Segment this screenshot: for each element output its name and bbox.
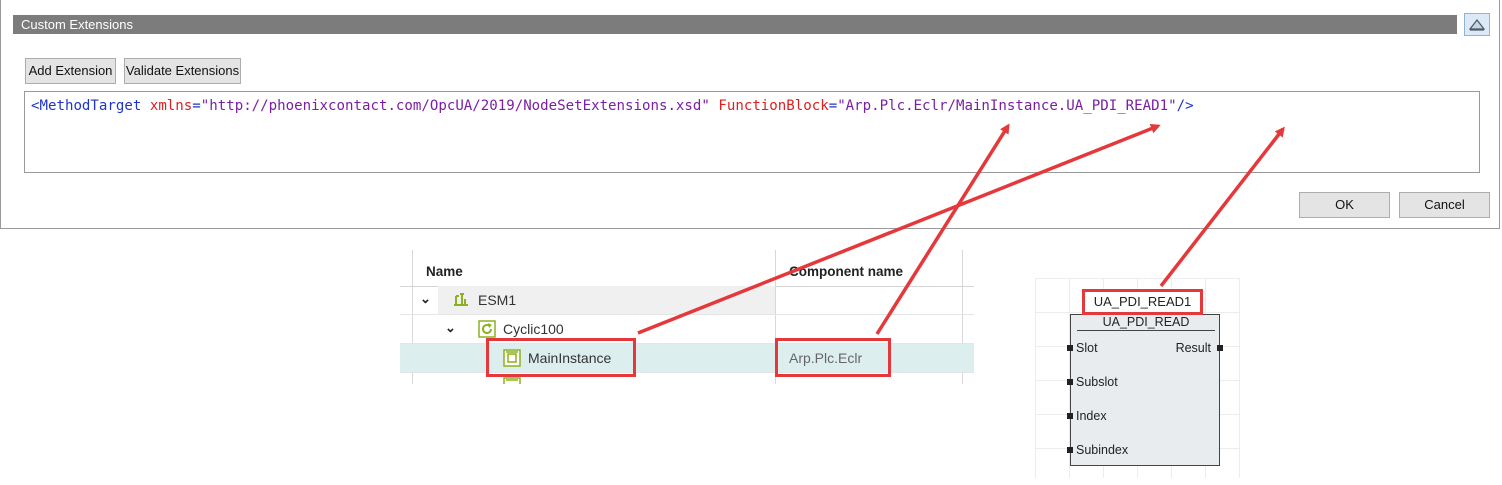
xml-extension-editor[interactable]: <MethodTarget xmlns="http://phoenixconta…	[24, 91, 1480, 173]
xml-equals: =	[828, 98, 838, 114]
port-subslot: Subslot	[1076, 375, 1118, 389]
dialog-title: Custom Extensions	[13, 15, 1457, 34]
highlight-component-name	[775, 338, 891, 377]
fb-instance-name[interactable]: UA_PDI_READ1	[1082, 289, 1203, 315]
cyclic-task-icon	[478, 320, 496, 338]
xml-attr-xmlns: xmlns	[149, 98, 193, 114]
tree-header: Name Component name	[400, 250, 974, 287]
input-pin-subslot[interactable]	[1067, 379, 1073, 385]
tree-row-label: ESM1	[478, 292, 517, 308]
xml-open-bracket: <	[31, 98, 40, 114]
project-tree-table: Name Component name ⌄ ESM1 ⌄ Cyclic100 M…	[400, 250, 974, 384]
ok-button[interactable]: OK	[1299, 192, 1390, 218]
xml-self-close: />	[1176, 98, 1194, 114]
fb-type-name: UA_PDI_READ	[1102, 315, 1190, 329]
input-pin-subindex[interactable]	[1067, 447, 1073, 453]
add-extension-button[interactable]: Add Extension	[25, 58, 116, 84]
input-pin-index[interactable]	[1067, 413, 1073, 419]
tree-row-esm1[interactable]: ⌄ ESM1	[400, 286, 974, 315]
xml-tag-name: MethodTarget	[39, 98, 142, 114]
xml-value-xmlns: "http://phoenixcontact.com/OpcUA/2019/No…	[200, 98, 710, 114]
input-pin-slot[interactable]	[1067, 345, 1073, 351]
program-instance-icon	[503, 377, 521, 384]
highlight-maininstance	[486, 338, 636, 377]
port-result: Result	[1175, 341, 1211, 355]
output-pin-result[interactable]	[1217, 345, 1223, 351]
chevron-down-icon[interactable]: ⌄	[420, 291, 431, 307]
port-index: Index	[1076, 409, 1107, 423]
function-block-ua-pdi-read[interactable]: UA_PDI_READ Slot Subslot Index Subindex …	[1067, 314, 1223, 466]
fb-header-divider	[1077, 330, 1215, 331]
column-header-component[interactable]: Component name	[789, 264, 903, 279]
xml-value-functionblock: "Arp.Plc.Eclr/MainInstance.UA_PDI_READ1"	[837, 98, 1177, 114]
cancel-button[interactable]: Cancel	[1399, 192, 1490, 218]
port-subindex: Subindex	[1076, 443, 1129, 457]
xml-attr-functionblock: FunctionBlock	[718, 98, 829, 114]
column-header-name[interactable]: Name	[426, 264, 463, 279]
port-slot: Slot	[1076, 341, 1098, 355]
collapse-button[interactable]	[1464, 13, 1490, 36]
xml-equals: =	[192, 98, 201, 114]
validate-extensions-button[interactable]: Validate Extensions	[124, 58, 241, 84]
esm-icon	[454, 293, 468, 306]
collapse-up-icon	[1469, 18, 1485, 31]
tree-row-label: Cyclic100	[503, 321, 564, 337]
custom-extensions-dialog: Custom Extensions Add Extension Validate…	[0, 0, 1500, 229]
chevron-down-icon[interactable]: ⌄	[445, 320, 456, 336]
